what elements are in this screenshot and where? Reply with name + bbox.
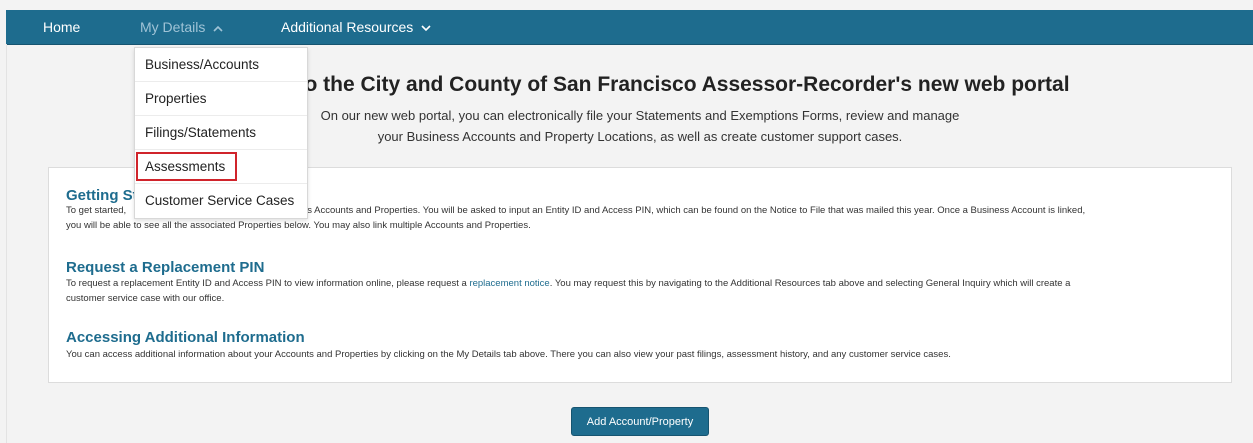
replacement-pin-title: Request a Replacement PIN [66,259,265,276]
nav-home[interactable]: Home [43,10,80,44]
dropdown-item-customer-service-cases[interactable]: Customer Service Cases [135,184,307,218]
dropdown-item-properties[interactable]: Properties [135,82,307,116]
additional-info-title: Accessing Additional Information [66,329,305,346]
welcome-title: e to the City and County of San Francisc… [280,73,1070,96]
chevron-down-icon [421,25,431,32]
dropdown-item-assessments[interactable]: Assessments [135,150,307,184]
replacement-pin-text-after: . You may request this by navigating to … [549,278,1071,289]
chevron-up-icon [213,25,223,32]
welcome-subtitle-line2: your Business Accounts and Property Loca… [377,129,903,144]
replacement-pin-text-before: To request a replacement Entity ID and A… [66,278,467,289]
replacement-pin-text-line2: customer service case with our office. [66,292,225,304]
nav-my-details[interactable]: My Details [140,10,223,44]
nav-additional-resources[interactable]: Additional Resources [281,10,431,44]
replacement-notice-link[interactable]: replacement notice [469,278,549,289]
welcome-subtitle: On our new web portal, you can electroni… [280,105,1000,147]
getting-started-text-line2: you will be able to see all the associat… [66,219,531,231]
getting-started-text-end: Business Accounts and Properties. You wi… [273,205,1086,216]
add-account-property-button[interactable]: Add Account/Property [571,407,709,436]
dropdown-item-filings-statements[interactable]: Filings/Statements [135,116,307,150]
top-navigation-bar: Home My Details Additional Resources [6,10,1253,45]
getting-started-text-start: To get started, [66,205,127,216]
additional-info-text: You can access additional information ab… [66,349,951,360]
replacement-pin-text: To request a replacement Entity ID and A… [66,277,1216,306]
welcome-subtitle-line1: On our new web portal, you can electroni… [320,108,960,123]
getting-started-title: Getting St [66,187,138,204]
page-left-border [6,44,7,443]
nav-my-details-label: My Details [140,19,206,35]
my-details-dropdown: Business/Accounts Properties Filings/Sta… [134,47,308,219]
dropdown-item-business-accounts[interactable]: Business/Accounts [135,48,307,82]
nav-additional-resources-label: Additional Resources [281,19,414,35]
